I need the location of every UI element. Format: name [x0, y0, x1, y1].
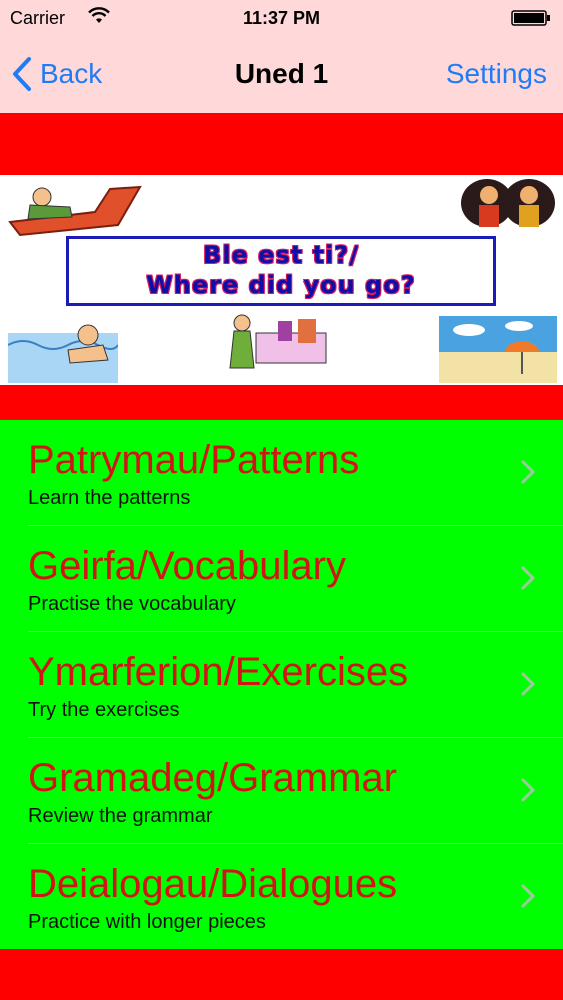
chevron-right-icon	[521, 460, 535, 484]
menu-item-vocabulary[interactable]: Geirfa/Vocabulary Practise the vocabular…	[0, 526, 563, 631]
menu-item-exercises[interactable]: Ymarferion/Exercises Try the exercises	[0, 632, 563, 737]
menu-item-subtitle: Practice with longer pieces	[28, 911, 266, 933]
settings-button[interactable]: Settings	[446, 58, 547, 90]
menu-item-dialogues[interactable]: Deialogau/Dialogues Practice with longer…	[0, 844, 563, 949]
chevron-right-icon	[521, 778, 535, 802]
shopping-clipart-icon	[229, 314, 327, 369]
menu-item-grammar[interactable]: Gramadeg/Grammar Review the grammar	[0, 738, 563, 843]
top-bar: Carrier 11:37 PM Back Uned 1 Settings	[0, 0, 563, 113]
menu-item-patterns[interactable]: Patrymau/Patterns Learn the patterns	[0, 420, 563, 525]
menu-item-subtitle: Practise the vocabulary	[28, 593, 236, 615]
swimmer-clipart-icon	[8, 324, 118, 383]
menu-item-title: Patrymau/Patterns	[28, 438, 360, 482]
navigation-bar: Back Uned 1 Settings	[0, 36, 563, 113]
beach-clipart-icon	[439, 316, 557, 383]
battery-icon	[511, 10, 550, 26]
chevron-right-icon	[521, 672, 535, 696]
chevron-right-icon	[521, 884, 535, 908]
menu-item-title: Geirfa/Vocabulary	[28, 544, 346, 588]
menu-item-subtitle: Review the grammar	[28, 805, 213, 827]
banner-title-line1: Ble est ti?/	[203, 241, 359, 269]
friends-clipart-icon	[461, 179, 555, 227]
banner-title-box: Ble est ti?/ Where did you go?	[66, 236, 496, 306]
menu-list: Patrymau/Patterns Learn the patterns Gei…	[0, 420, 563, 949]
status-bar: Carrier 11:37 PM	[0, 0, 563, 36]
menu-item-title: Gramadeg/Grammar	[28, 756, 397, 800]
banner-title-line2: Where did you go?	[146, 271, 416, 299]
slide-clipart-icon	[8, 185, 142, 237]
menu-item-subtitle: Learn the patterns	[28, 487, 191, 509]
menu-item-title: Deialogau/Dialogues	[28, 862, 398, 906]
lesson-banner: Ble est ti?/ Where did you go?	[0, 175, 563, 385]
menu-item-subtitle: Try the exercises	[28, 699, 180, 721]
menu-item-title: Ymarferion/Exercises	[28, 650, 409, 694]
chevron-right-icon	[521, 566, 535, 590]
status-time: 11:37 PM	[242, 8, 321, 28]
